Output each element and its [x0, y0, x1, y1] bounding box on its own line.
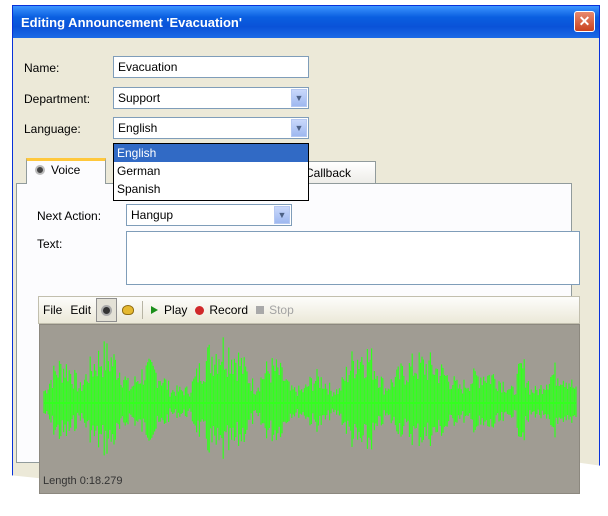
chevron-down-icon[interactable]: ▼ — [291, 89, 307, 107]
edit-menu[interactable]: Edit — [66, 299, 95, 321]
stop-label: Stop — [269, 303, 294, 317]
chevron-down-icon[interactable]: ▼ — [291, 119, 307, 137]
tab-voice[interactable]: Voice — [26, 158, 106, 184]
name-input[interactable]: Evacuation — [113, 56, 309, 78]
stop-icon — [256, 306, 265, 314]
department-label: Department: — [24, 92, 91, 106]
play-icon — [151, 306, 159, 314]
tab-voice-label: Voice — [51, 163, 81, 177]
language-value: English — [118, 121, 158, 135]
text-input[interactable] — [126, 231, 580, 285]
language-option-german[interactable]: German — [114, 162, 308, 180]
play-label: Play — [164, 303, 188, 317]
speech-icon[interactable] — [118, 299, 138, 321]
tab-callback-label: Callback — [305, 166, 352, 180]
language-option-spanish[interactable]: Spanish — [114, 180, 308, 198]
next-action-select[interactable]: Hangup ▼ — [126, 204, 292, 226]
voice-icon — [35, 165, 45, 175]
chevron-down-icon[interactable]: ▼ — [274, 206, 290, 224]
text-label: Text: — [37, 237, 63, 251]
department-value: Support — [118, 91, 161, 105]
waveform-graphic — [43, 337, 577, 459]
record-button[interactable]: Record — [191, 299, 252, 321]
department-select[interactable]: Support ▼ — [113, 87, 309, 109]
close-icon[interactable]: ✕ — [574, 11, 595, 32]
language-option-english[interactable]: English — [114, 144, 308, 162]
toolbar-separator — [142, 301, 144, 319]
audio-toolbar: File Edit Play Record Stop — [38, 296, 580, 324]
language-select[interactable]: English ▼ — [113, 117, 309, 139]
next-action-label: Next Action: — [37, 209, 102, 223]
title-bar: Editing Announcement 'Evacuation' ✕ — [13, 6, 599, 38]
play-button[interactable]: Play — [147, 299, 191, 321]
length-readout: Length 0:18.279 — [43, 475, 123, 487]
record-icon — [195, 305, 205, 315]
language-dropdown-list: English German Spanish — [113, 143, 309, 201]
waveform-lines — [43, 337, 577, 459]
file-menu[interactable]: File — [39, 299, 66, 321]
voice-icon[interactable] — [96, 298, 118, 322]
next-action-value: Hangup — [131, 208, 174, 222]
waveform-display[interactable] — [39, 324, 580, 494]
record-label: Record — [209, 303, 249, 317]
language-label: Language: — [24, 122, 81, 136]
stop-button[interactable]: Stop — [252, 299, 298, 321]
window-title: Editing Announcement 'Evacuation' — [21, 14, 242, 30]
name-label: Name: — [24, 61, 60, 75]
